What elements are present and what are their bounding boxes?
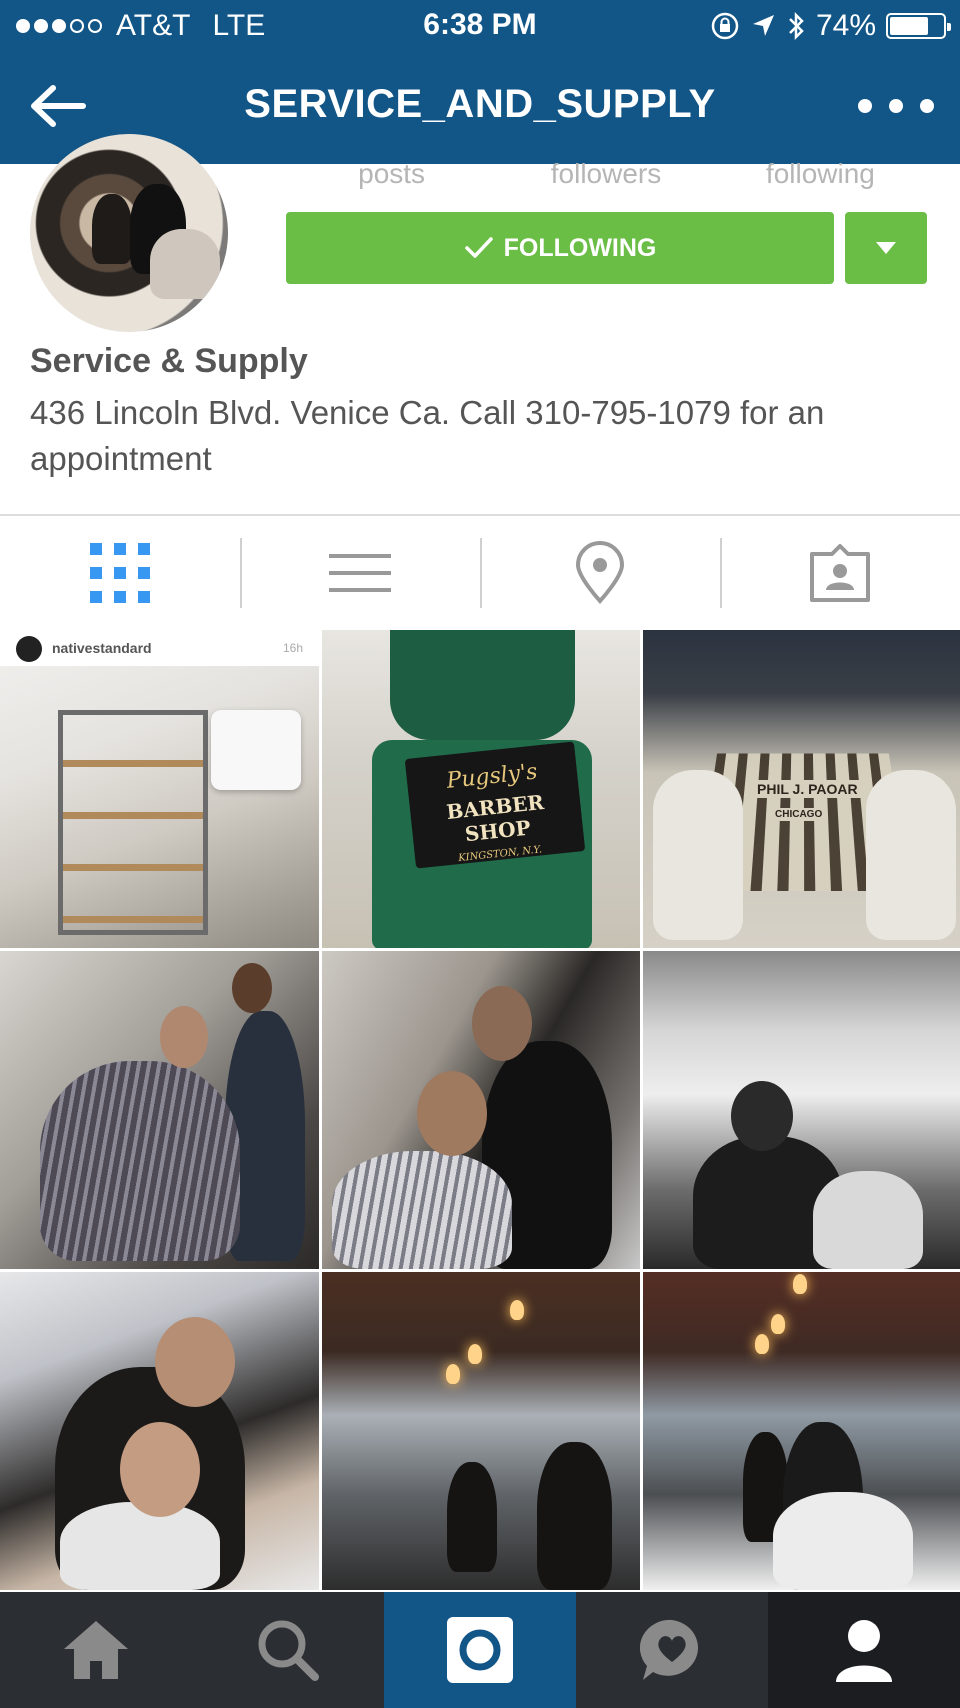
embedded-username: nativestandard xyxy=(52,640,152,656)
location-pin-icon xyxy=(575,541,625,604)
following-label[interactable]: following xyxy=(715,158,926,189)
battery-percent: 74% xyxy=(815,9,876,42)
embedded-post-header: nativestandard 16h xyxy=(0,630,319,666)
following-button-label: FOLLOWING xyxy=(503,233,657,262)
tab-tagged[interactable] xyxy=(720,516,960,630)
back-button[interactable] xyxy=(22,76,92,136)
client-head xyxy=(417,1071,487,1156)
bottom-tab-bar xyxy=(0,1592,960,1708)
more-options-button[interactable] xyxy=(858,88,934,124)
grate-city-text: CHICAGO xyxy=(771,808,827,821)
location-arrow-icon xyxy=(752,15,774,36)
pendant-light xyxy=(793,1274,807,1294)
barber-figure xyxy=(447,1462,497,1572)
client-cape xyxy=(60,1502,220,1590)
tab-home[interactable] xyxy=(0,1592,192,1708)
battery-level xyxy=(890,17,929,35)
client-cape xyxy=(813,1171,923,1269)
tab-profile[interactable] xyxy=(768,1592,960,1708)
photo-thumbnail[interactable] xyxy=(643,951,960,1269)
home-icon xyxy=(64,1621,128,1679)
client-head xyxy=(160,1006,208,1068)
client-cape xyxy=(40,1061,240,1261)
pendant-light xyxy=(510,1300,524,1320)
suggestions-dropdown-button[interactable] xyxy=(845,212,927,284)
avatar[interactable] xyxy=(30,134,228,332)
sink-image xyxy=(211,710,301,790)
photo-thumbnail[interactable] xyxy=(0,951,319,1269)
barber-head xyxy=(155,1317,235,1407)
barber-towel: Pugsly's BARBER SHOP KINGSTON, N.Y. xyxy=(404,741,586,869)
chair-back-image xyxy=(390,630,575,740)
tab-activity[interactable] xyxy=(576,1592,768,1708)
arrow-left-icon xyxy=(31,85,86,127)
pendant-light xyxy=(446,1364,460,1384)
barber-figure xyxy=(537,1442,612,1590)
tagged-person-icon xyxy=(810,544,870,602)
profile-name: Service & Supply xyxy=(30,342,308,380)
profile-header: posts followers following FOLLOWING Serv… xyxy=(0,134,960,514)
triangle-down-icon xyxy=(876,242,896,254)
status-bar: AT&T LTE 6:38 PM 74% xyxy=(0,0,960,52)
photo-thumbnail[interactable] xyxy=(643,1272,960,1590)
photo-thumbnail[interactable]: Pugsly's BARBER SHOP KINGSTON, N.Y. xyxy=(322,630,640,948)
camera-icon xyxy=(447,1617,513,1683)
person-icon xyxy=(836,1620,892,1682)
photo-thumbnail[interactable] xyxy=(322,951,640,1269)
bluetooth-icon xyxy=(789,11,804,41)
tab-search[interactable] xyxy=(192,1592,384,1708)
client-head xyxy=(120,1422,200,1517)
shoe-image xyxy=(653,770,743,940)
profile-bio: 436 Lincoln Blvd. Venice Ca. Call 310-79… xyxy=(30,394,825,477)
pendant-light xyxy=(755,1334,769,1354)
barber-head xyxy=(731,1081,793,1151)
photo-thumbnail[interactable] xyxy=(322,1272,640,1590)
grate-text: PHIL J. PAOAR xyxy=(753,780,862,798)
shelf-image xyxy=(58,710,208,935)
avatar xyxy=(16,636,42,662)
grid-icon xyxy=(90,543,150,603)
pendant-light xyxy=(468,1344,482,1364)
more-horizontal-icon xyxy=(858,99,872,113)
search-icon xyxy=(258,1620,319,1681)
page-title: SERVICE_AND_SUPPLY xyxy=(244,82,716,126)
profile-view-tabs xyxy=(0,514,960,630)
photo-thumbnail[interactable]: PHIL J. PAOAR CHICAGO xyxy=(643,630,960,948)
client-cape xyxy=(773,1492,913,1590)
barber-head xyxy=(472,986,532,1061)
tab-list[interactable] xyxy=(240,516,480,630)
list-icon xyxy=(329,554,391,592)
tab-grid[interactable] xyxy=(0,516,240,630)
profile-stats: posts followers following xyxy=(286,158,926,189)
barber-head xyxy=(232,963,272,1013)
embedded-timestamp: 16h xyxy=(282,641,303,655)
tab-location[interactable] xyxy=(480,516,720,630)
shoe-image xyxy=(866,770,956,940)
heart-bubble-icon xyxy=(639,1619,698,1680)
pendant-light xyxy=(771,1314,785,1334)
battery-icon xyxy=(886,13,951,39)
tab-camera[interactable] xyxy=(384,1592,576,1708)
following-button[interactable]: FOLLOWING xyxy=(286,212,834,284)
rotation-lock-icon xyxy=(711,12,739,40)
client-cape xyxy=(332,1151,512,1269)
checkmark-icon xyxy=(464,237,493,258)
status-right: 74% xyxy=(710,8,951,44)
photo-grid: nativestandard 16h Pugsly's BARBER SHOP … xyxy=(0,630,960,1590)
followers-label[interactable]: followers xyxy=(500,158,711,189)
photo-thumbnail[interactable]: nativestandard 16h xyxy=(0,630,319,948)
photo-thumbnail[interactable] xyxy=(0,1272,319,1590)
posts-label[interactable]: posts xyxy=(286,158,497,189)
